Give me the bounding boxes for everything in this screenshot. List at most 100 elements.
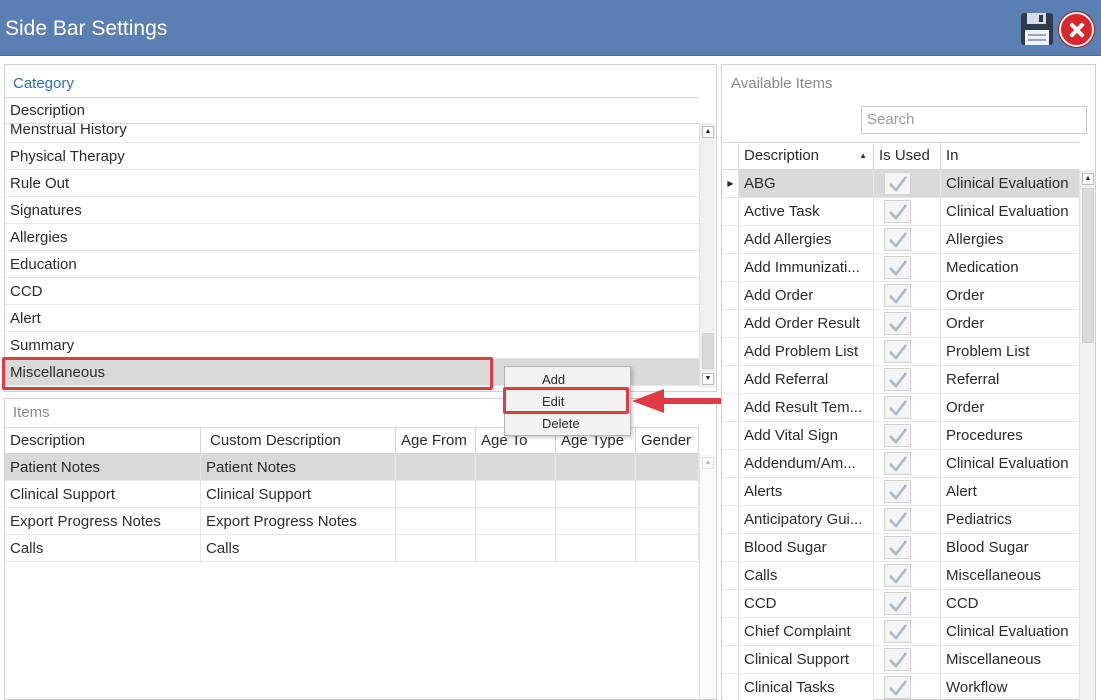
checkbox-checked-icon[interactable] [884, 256, 911, 279]
scroll-up-icon[interactable]: ▲ [702, 126, 714, 138]
items-cell [556, 481, 636, 507]
checkbox-checked-icon[interactable] [884, 172, 911, 195]
available-scroll-thumb[interactable] [1082, 188, 1094, 343]
available-column-is-used[interactable]: Is Used [874, 143, 941, 169]
checkbox-checked-icon[interactable] [884, 508, 911, 531]
items-row[interactable]: Clinical Support Clinical Support [5, 481, 699, 508]
is-used-cell [874, 394, 941, 421]
checkbox-checked-icon[interactable] [884, 620, 911, 643]
available-row[interactable]: Clinical Tasks Workflow [723, 674, 1079, 700]
checkbox-checked-icon[interactable] [884, 228, 911, 251]
available-row[interactable]: Alerts Alert [723, 478, 1079, 506]
scroll-down-icon[interactable]: ▼ [702, 373, 714, 385]
checkbox-checked-icon[interactable] [884, 312, 911, 335]
available-description: Chief Complaint [739, 618, 874, 645]
save-icon[interactable] [1020, 12, 1054, 46]
available-row[interactable]: Add Referral Referral [723, 366, 1079, 394]
checkbox-checked-icon[interactable] [884, 676, 911, 699]
category-row[interactable]: Menstrual History [5, 123, 699, 143]
available-row[interactable]: Add Allergies Allergies [723, 226, 1079, 254]
search-input[interactable]: Search [861, 106, 1087, 134]
available-description: Active Task [739, 198, 874, 225]
row-indicator [723, 646, 739, 673]
category-row[interactable]: Education [5, 251, 699, 278]
category-scrollbar[interactable]: ▲ ▼ [699, 123, 715, 388]
checkbox-checked-icon[interactable] [884, 648, 911, 671]
available-description: Add Order [739, 282, 874, 309]
available-row[interactable]: Active Task Clinical Evaluation [723, 198, 1079, 226]
available-description: Add Immunizati... [739, 254, 874, 281]
is-used-cell [874, 282, 941, 309]
items-row[interactable]: Export Progress Notes Export Progress Not… [5, 508, 699, 535]
items-cell: Export Progress Notes [5, 508, 201, 534]
checkbox-checked-icon[interactable] [884, 424, 911, 447]
category-cell: Education [10, 256, 77, 273]
items-column-age-from[interactable]: Age From [396, 428, 476, 453]
category-row[interactable]: Signatures [5, 197, 699, 224]
available-row[interactable]: Add Problem List Problem List [723, 338, 1079, 366]
category-cell: Signatures [10, 202, 82, 219]
available-description: Addendum/Am... [739, 450, 874, 477]
close-icon[interactable] [1059, 12, 1094, 47]
available-scrollbar[interactable]: ▲ [1079, 170, 1095, 700]
row-indicator [723, 422, 739, 449]
available-row[interactable]: Anticipatory Gui... Pediatrics [723, 506, 1079, 534]
category-row[interactable]: Rule Out [5, 170, 699, 197]
available-row[interactable]: Add Order Result Order [723, 310, 1079, 338]
category-row[interactable]: CCD [5, 278, 699, 305]
available-row[interactable]: Clinical Support Miscellaneous [723, 646, 1079, 674]
category-title: Category [13, 75, 74, 92]
items-row[interactable]: Patient Notes Patient Notes [5, 454, 699, 481]
available-in: Medication [946, 259, 1019, 276]
category-row[interactable]: Alert [5, 305, 699, 332]
items-cell [476, 535, 556, 561]
checkbox-checked-icon[interactable] [884, 592, 911, 615]
available-row[interactable]: CCD CCD [723, 590, 1079, 618]
available-in: Clinical Evaluation [946, 455, 1069, 472]
checkbox-checked-icon[interactable] [884, 284, 911, 307]
available-row[interactable]: Add Vital Sign Procedures [723, 422, 1079, 450]
category-cell: Allergies [10, 229, 68, 246]
checkbox-checked-icon[interactable] [884, 452, 911, 475]
row-indicator [723, 282, 739, 309]
available-row[interactable]: Addendum/Am... Clinical Evaluation [723, 450, 1079, 478]
available-row[interactable]: Add Order Order [723, 282, 1079, 310]
available-column-in[interactable]: In [941, 143, 1079, 169]
items-column-gender[interactable]: Gender [636, 428, 699, 453]
row-indicator [723, 198, 739, 225]
available-description: Alerts [739, 478, 874, 505]
available-row[interactable]: Blood Sugar Blood Sugar [723, 534, 1079, 562]
items-scroll-up-icon[interactable]: ▲ [702, 457, 714, 469]
available-row[interactable]: Chief Complaint Clinical Evaluation [723, 618, 1079, 646]
checkbox-checked-icon[interactable] [884, 340, 911, 363]
items-cell [476, 508, 556, 534]
checkbox-checked-icon[interactable] [884, 368, 911, 391]
is-used-cell [874, 674, 941, 700]
checkbox-checked-icon[interactable] [884, 480, 911, 503]
items-scrollbar[interactable]: ▲ [699, 454, 715, 699]
items-column-custom-description[interactable]: Custom Description [201, 428, 396, 453]
available-row[interactable]: ▶ ABG Clinical Evaluation [723, 170, 1079, 198]
items-column-description[interactable]: Description [5, 428, 201, 453]
is-used-cell [874, 562, 941, 589]
available-in: CCD [946, 595, 979, 612]
category-row[interactable]: Summary [5, 332, 699, 359]
available-scroll-up-icon[interactable]: ▲ [1082, 173, 1094, 185]
available-description: CCD [739, 590, 874, 617]
is-used-cell [874, 422, 941, 449]
category-row[interactable]: Physical Therapy [5, 143, 699, 170]
scroll-thumb[interactable] [702, 333, 714, 369]
available-row[interactable]: Calls Miscellaneous [723, 562, 1079, 590]
available-description: Add Order Result [739, 310, 874, 337]
category-column-description[interactable]: Description [5, 98, 699, 123]
items-row[interactable]: Calls Calls [5, 535, 699, 562]
checkbox-checked-icon[interactable] [884, 396, 911, 419]
menu-item-delete[interactable]: Delete [505, 413, 630, 435]
checkbox-checked-icon[interactable] [884, 200, 911, 223]
available-row[interactable]: Add Result Tem... Order [723, 394, 1079, 422]
available-column-description[interactable]: Description ▲ [739, 143, 874, 169]
checkbox-checked-icon[interactable] [884, 564, 911, 587]
available-row[interactable]: Add Immunizati... Medication [723, 254, 1079, 282]
category-row[interactable]: Allergies [5, 224, 699, 251]
checkbox-checked-icon[interactable] [884, 536, 911, 559]
